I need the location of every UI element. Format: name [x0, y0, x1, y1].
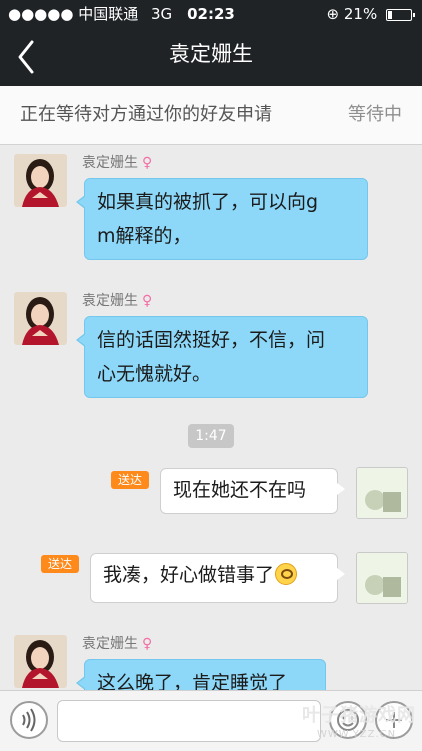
watermark-url: WWW.YZZ.CN — [317, 729, 397, 740]
delivered-badge: 送达 — [41, 555, 80, 573]
female-icon: ♀ — [142, 293, 153, 309]
pending-status: 等待中 — [348, 104, 402, 125]
smiley-icon — [275, 562, 298, 585]
message-line: 如果真的被抓了，可以向g — [97, 191, 319, 213]
nav-bar: 袁定姗生 — [0, 28, 422, 86]
sticker-avatar[interactable] — [356, 467, 408, 519]
voice-button[interactable] — [10, 701, 48, 739]
message-line: m解释的， — [97, 225, 192, 247]
battery-percent: 21% — [343, 5, 378, 23]
message-bubble[interactable]: 我凑，好心做错事了 — [90, 553, 345, 603]
message-bubble[interactable]: 现在她还不在吗 — [160, 468, 345, 514]
sender-name: 袁定姗生 ♀ — [82, 155, 153, 171]
avatar[interactable] — [14, 292, 67, 345]
avatar-image — [14, 635, 67, 688]
message-line: 信的话固然挺好，不信，问 — [97, 329, 326, 351]
message-bubble[interactable]: 如果真的被抓了，可以向g m解释的， — [76, 178, 368, 260]
female-icon: ♀ — [142, 155, 153, 171]
message-line: 心无愧就好。 — [97, 363, 212, 385]
voice-icon — [22, 708, 36, 732]
rotation-lock-icon: ⊕ — [326, 5, 340, 23]
watermark: 叶子猪游戏网 — [302, 705, 416, 726]
meme-sticker-icon — [357, 468, 407, 518]
pending-text: 正在等待对方通过你的好友申请 — [20, 104, 272, 125]
meme-sticker-icon — [357, 553, 407, 603]
avatar[interactable] — [14, 635, 67, 688]
sticker-avatar[interactable] — [356, 552, 408, 604]
message-input[interactable] — [57, 700, 321, 742]
input-bar: 叶子猪游戏网 WWW.YZZ.CN — [0, 690, 422, 751]
time-divider: 1:47 — [188, 424, 234, 448]
message-text: 我凑，好心做错事了 — [103, 564, 275, 586]
friend-request-banner: 正在等待对方通过你的好友申请 等待中 — [0, 86, 422, 145]
delivered-badge: 送达 — [111, 471, 150, 489]
female-icon: ♀ — [142, 636, 153, 652]
avatar-image — [14, 154, 67, 207]
page-title: 袁定姗生 — [169, 42, 253, 66]
top-bar: ●●●●● 中国联通 3G 02:23 ⊕ 21% 袁定姗生 — [0, 0, 422, 86]
avatar-image — [14, 292, 67, 345]
sender-name: 袁定姗生 ♀ — [82, 293, 153, 309]
sender-name: 袁定姗生 ♀ — [82, 636, 153, 652]
avatar[interactable] — [14, 154, 67, 207]
message-bubble[interactable]: 信的话固然挺好，不信，问 心无愧就好。 — [76, 316, 368, 398]
status-bar: ●●●●● 中国联通 3G 02:23 ⊕ 21% — [0, 0, 422, 28]
battery-icon — [386, 8, 415, 21]
